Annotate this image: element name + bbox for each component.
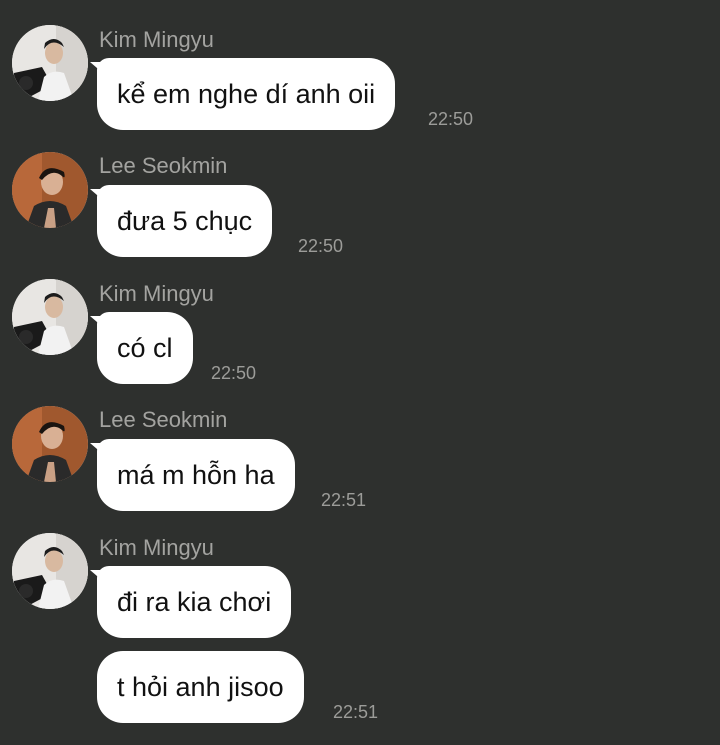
message-bubble[interactable]: đưa 5 chục xyxy=(97,185,273,257)
message-timestamp: 22:50 xyxy=(428,109,474,129)
avatar-kim-mingyu[interactable] xyxy=(12,279,88,355)
message-bubble[interactable]: t hỏi anh jisoo xyxy=(97,651,304,723)
sender-name: Lee Seokmin xyxy=(99,407,228,432)
sender-name: Kim Mingyu xyxy=(99,281,214,306)
avatar-lee-seokmin[interactable] xyxy=(12,406,88,482)
chat-message-list[interactable]: Kim Mingyu kể em nghe dí anh oii 22:50 L… xyxy=(0,0,720,745)
sender-name: Kim Mingyu xyxy=(99,27,214,52)
avatar-lee-seokmin[interactable] xyxy=(12,152,88,228)
sender-name: Lee Seokmin xyxy=(99,153,228,178)
avatar-kim-mingyu[interactable] xyxy=(12,533,88,609)
message-bubble[interactable]: má m hỗn ha xyxy=(97,439,295,511)
message-bubble[interactable]: có cl xyxy=(97,312,193,384)
sender-name: Kim Mingyu xyxy=(99,535,214,560)
message-timestamp: 22:51 xyxy=(333,702,379,722)
message-bubble[interactable]: đi ra kia chơi xyxy=(97,566,292,638)
message-timestamp: 22:51 xyxy=(321,490,367,510)
message-bubble[interactable]: kể em nghe dí anh oii xyxy=(97,58,396,130)
message-timestamp: 22:50 xyxy=(298,236,344,256)
message-timestamp: 22:50 xyxy=(211,363,257,383)
avatar-kim-mingyu[interactable] xyxy=(12,25,88,101)
